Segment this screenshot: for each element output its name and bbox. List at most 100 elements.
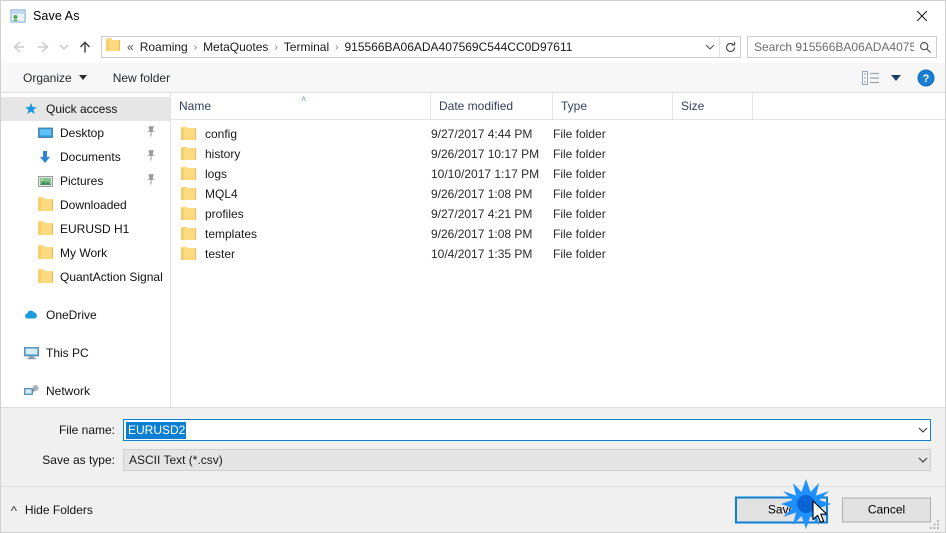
search-box[interactable]: Search 915566BA06ADA40756...: [747, 36, 937, 58]
file-name-input[interactable]: EURUSD2: [123, 419, 931, 441]
sidebar-item-documents[interactable]: Documents: [1, 145, 170, 169]
column-header-type-label: Type: [561, 99, 588, 113]
address-bar[interactable]: « Roaming › MetaQuotes › Terminal › 9155…: [101, 36, 741, 58]
breadcrumb-separator[interactable]: ›: [332, 42, 341, 53]
chevron-down-icon[interactable]: [701, 43, 719, 51]
table-row[interactable]: templates 9/26/2017 1:08 PM File folder: [171, 224, 945, 244]
footer-buttons: Save Cancel: [735, 496, 931, 523]
breadcrumb-item-terminal-id[interactable]: 915566BA06ADA407569C544CC0D97611: [341, 39, 575, 55]
sidebar-item-desktop[interactable]: Desktop: [1, 121, 170, 145]
file-name-cell: config: [171, 127, 431, 141]
save-as-app-icon: [10, 8, 26, 24]
sidebar-item-downloaded[interactable]: Downloaded: [1, 193, 170, 217]
sidebar-item-label: Network: [46, 384, 91, 398]
breadcrumb-item-metaquotes[interactable]: MetaQuotes: [200, 39, 271, 55]
new-folder-button[interactable]: New folder: [107, 68, 176, 88]
column-header-type[interactable]: Type: [553, 93, 673, 119]
save-as-dialog: Save As « Roaming › MetaQuotes › Termina…: [0, 0, 946, 533]
folder-icon: [37, 196, 53, 213]
search-icon: [914, 41, 936, 54]
pin-icon[interactable]: [146, 174, 156, 189]
breadcrumb-separator[interactable]: ›: [271, 42, 280, 53]
sidebar-item-label: My Work: [60, 246, 108, 260]
file-name-cell: templates: [171, 227, 431, 241]
sidebar-item-pictures[interactable]: Pictures: [1, 169, 170, 193]
file-date-cell: 9/26/2017 10:17 PM: [431, 147, 540, 161]
list-view-icon[interactable]: [861, 70, 881, 86]
breadcrumb-separator[interactable]: ›: [191, 42, 200, 53]
table-row[interactable]: logs 10/10/2017 1:17 PM File folder: [171, 164, 945, 184]
sidebar-item-eurusd-h1[interactable]: EURUSD H1: [1, 217, 170, 241]
save-as-type-value[interactable]: ASCII Text (*.csv): [123, 449, 931, 471]
cancel-button[interactable]: Cancel: [842, 497, 931, 522]
folder-icon: [106, 37, 122, 54]
file-name-cell: profiles: [171, 207, 431, 221]
sidebar-item-label: EURUSD H1: [60, 222, 130, 236]
folder-icon: [37, 220, 53, 237]
file-list-pane: Name ˄ Date modified Type Size config 9/…: [171, 93, 945, 407]
table-row[interactable]: history 9/26/2017 10:17 PM File folder: [171, 144, 945, 164]
file-name-combo[interactable]: EURUSD2: [123, 419, 931, 441]
sidebar-item-label: Documents: [60, 150, 121, 164]
file-type-cell: File folder: [553, 207, 606, 221]
network-icon: [23, 383, 39, 399]
breadcrumb-item-terminal[interactable]: Terminal: [281, 39, 332, 55]
refresh-icon[interactable]: [719, 37, 740, 57]
sidebar-item-quantaction-signal[interactable]: QuantAction Signal: [1, 265, 170, 289]
folder-icon: [181, 227, 196, 240]
cancel-button-label: Cancel: [867, 502, 906, 517]
search-input[interactable]: Search 915566BA06ADA40756...: [748, 40, 914, 54]
help-icon[interactable]: ?: [917, 69, 935, 87]
title-bar: Save As: [1, 1, 945, 31]
sidebar-item-onedrive[interactable]: OneDrive: [1, 303, 170, 327]
file-name-value: EURUSD2: [126, 421, 187, 439]
sidebar-item-quick-access[interactable]: Quick access: [1, 97, 170, 121]
chevron-down-icon[interactable]: [914, 449, 931, 471]
sidebar-item-label: This PC: [46, 346, 89, 360]
table-row[interactable]: profiles 9/27/2017 4:21 PM File folder: [171, 204, 945, 224]
forward-button[interactable]: [31, 35, 55, 59]
chevron-down-icon[interactable]: [891, 75, 901, 81]
recent-locations-button[interactable]: [55, 35, 73, 59]
documents-icon: [37, 149, 53, 165]
save-as-type-combo[interactable]: ASCII Text (*.csv): [123, 449, 931, 471]
pin-icon[interactable]: [146, 150, 156, 165]
table-row[interactable]: MQL4 9/26/2017 1:08 PM File folder: [171, 184, 945, 204]
column-header-size[interactable]: Size: [673, 93, 753, 119]
close-button[interactable]: [899, 1, 945, 31]
sidebar-item-this-pc[interactable]: This PC: [1, 341, 170, 365]
file-name-label: templates: [205, 227, 258, 241]
dialog-footer: ˄ Hide Folders Save Cancel: [1, 486, 945, 532]
column-header-name[interactable]: Name ˄: [171, 93, 431, 119]
save-button[interactable]: Save: [735, 496, 828, 523]
sort-ascending-icon: ˄: [301, 94, 307, 104]
up-button[interactable]: [73, 35, 97, 59]
sidebar-item-label: OneDrive: [46, 308, 97, 322]
sidebar-item-network[interactable]: Network: [1, 379, 170, 403]
resize-grip[interactable]: [929, 517, 941, 529]
this-pc-icon: [23, 345, 39, 361]
breadcrumb-item-roaming[interactable]: Roaming: [137, 39, 191, 55]
save-as-type-label: Save as type:: [42, 453, 115, 467]
table-row[interactable]: config 9/27/2017 4:44 PM File folder: [171, 124, 945, 144]
chevron-down-icon[interactable]: [914, 419, 931, 441]
file-name-label: config: [205, 127, 238, 141]
organize-label: Organize: [23, 70, 72, 85]
sidebar-item-label: Pictures: [60, 174, 104, 188]
sidebar-item-label: QuantAction Signal: [60, 270, 163, 284]
column-header-date-modified[interactable]: Date modified: [431, 93, 553, 119]
table-row[interactable]: tester 10/4/2017 1:35 PM File folder: [171, 244, 945, 264]
pin-icon[interactable]: [146, 126, 156, 141]
folder-icon: [181, 167, 196, 180]
star-icon: [23, 101, 39, 117]
folder-icon: [37, 268, 53, 285]
back-button[interactable]: [7, 35, 31, 59]
hide-folders-button[interactable]: ˄ Hide Folders: [10, 503, 93, 517]
sidebar-item-my-work[interactable]: My Work: [1, 241, 170, 265]
file-type-cell: File folder: [553, 247, 606, 261]
breadcrumb-overflow[interactable]: «: [126, 39, 137, 55]
organize-button[interactable]: Organize: [17, 68, 93, 88]
sidebar-item-label: Quick access: [46, 102, 118, 116]
